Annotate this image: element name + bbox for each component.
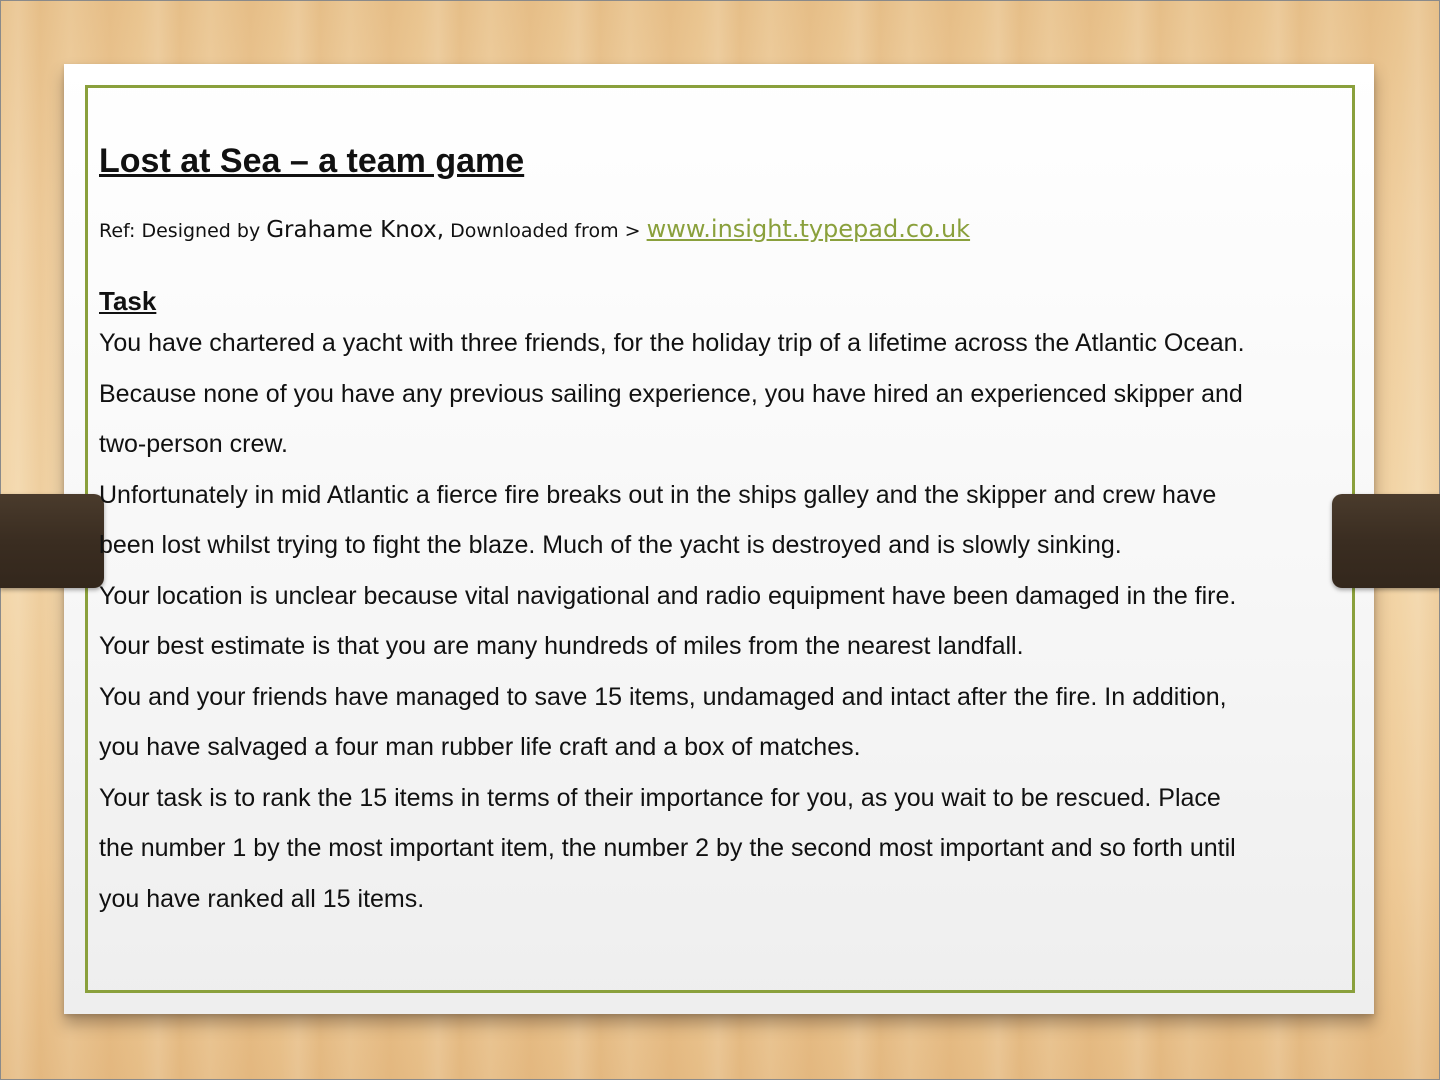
task-description: You have chartered a yacht with three fr… — [99, 318, 1389, 924]
text-line: You and your friends have managed to sav… — [99, 682, 1227, 711]
reference-author: Grahame Knox, — [266, 217, 445, 243]
text-line: been lost whilst trying to fight the bla… — [99, 531, 1122, 559]
text-line: Because none of you have any previous sa… — [99, 379, 1243, 408]
left-strap — [0, 494, 104, 588]
reference-line: Ref: Designed by Grahame Knox, Downloade… — [99, 214, 1389, 246]
text-line: two-person crew. — [99, 430, 288, 458]
source-link[interactable]: www.insight.typepad.co.uk — [647, 215, 970, 243]
slide-content: Lost at Sea – a team game Ref: Designed … — [99, 138, 1389, 924]
reference-middle: Downloaded from > — [444, 220, 647, 242]
task-heading: Task — [99, 286, 157, 316]
reference-prefix: Ref: Designed by — [99, 220, 267, 242]
text-line: Unfortunately in mid Atlantic a fierce f… — [99, 480, 1217, 509]
text-line: Your location is unclear because vital n… — [99, 581, 1237, 610]
text-line: Your best estimate is that you are many … — [99, 632, 1024, 660]
text-line: Your task is to rank the 15 items in ter… — [99, 783, 1221, 812]
text-line: you have ranked all 15 items. — [99, 884, 425, 913]
text-line: the number 1 by the most important item,… — [99, 834, 1236, 862]
page-title: Lost at Sea – a team game — [99, 142, 525, 180]
text-line: you have salvaged a four man rubber life… — [99, 733, 861, 761]
text-line: You have chartered a yacht with three fr… — [99, 329, 1245, 357]
